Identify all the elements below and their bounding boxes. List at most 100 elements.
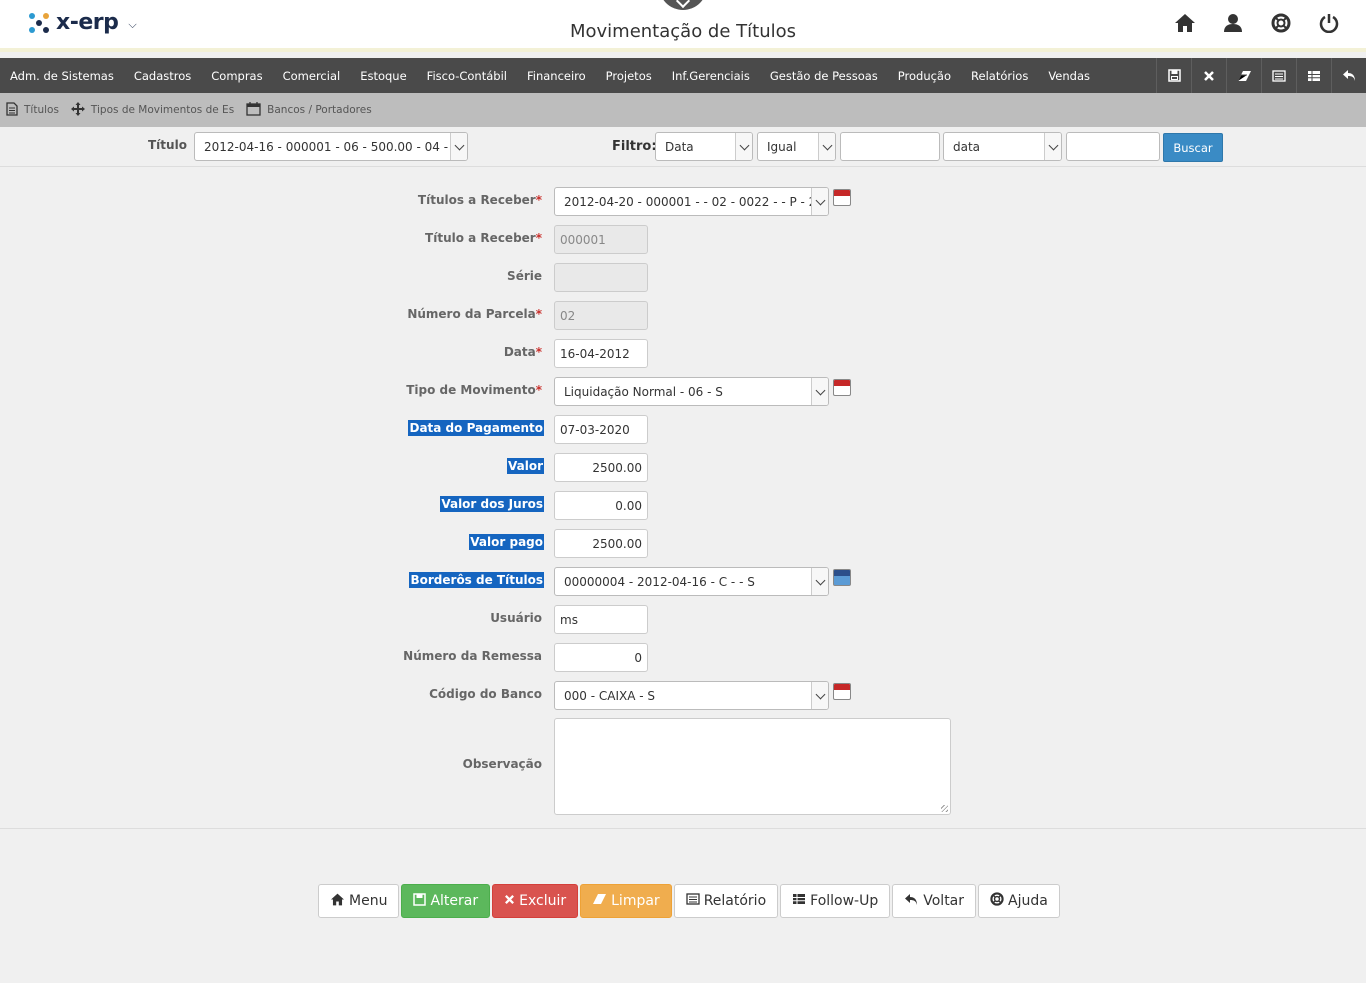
breadcrumb-titulos[interactable]: Títulos bbox=[6, 101, 59, 119]
menu-item-estoque[interactable]: Estoque bbox=[360, 69, 406, 83]
filter-type-select[interactable]: data bbox=[943, 132, 1062, 161]
list-icon[interactable] bbox=[1261, 58, 1296, 93]
voltar-button[interactable]: Voltar bbox=[892, 884, 977, 918]
menu-item-fisco-contabil[interactable]: Fisco-Contábil bbox=[427, 69, 507, 83]
menu-item-comercial[interactable]: Comercial bbox=[283, 69, 341, 83]
observacao-textarea[interactable] bbox=[554, 718, 951, 815]
usuario-field[interactable]: ms bbox=[554, 605, 648, 634]
breadcrumb-label: Títulos bbox=[24, 104, 59, 116]
menu-item-gestao-pessoas[interactable]: Gestão de Pessoas bbox=[770, 69, 878, 83]
borderos-value: 00000004 - 2012-04-16 - C - - S bbox=[564, 575, 755, 589]
label-text: Borderôs de Títulos bbox=[409, 572, 544, 588]
breadcrumb-label: Tipos de Movimentos de Es bbox=[90, 104, 235, 116]
menu-item-producao[interactable]: Produção bbox=[898, 69, 951, 83]
search-button[interactable]: Buscar bbox=[1163, 133, 1223, 162]
user-icon[interactable] bbox=[1222, 12, 1244, 34]
label-text: Número da Parcela bbox=[407, 307, 536, 321]
power-icon[interactable] bbox=[1318, 12, 1340, 34]
lifebuoy-icon bbox=[990, 892, 1004, 910]
data-pagamento-field[interactable]: 07-03-2020 bbox=[554, 415, 648, 444]
titulo-receber-label: Título a Receber* bbox=[342, 231, 542, 245]
numero-remessa-field[interactable]: 0 bbox=[554, 643, 648, 672]
document-icon bbox=[6, 101, 18, 119]
chevron-down-icon bbox=[811, 568, 828, 595]
data-pagamento-label: Data do Pagamento bbox=[344, 420, 544, 436]
undo-icon[interactable] bbox=[1331, 58, 1366, 93]
required-mark: * bbox=[535, 345, 542, 359]
titulo-select[interactable]: 2012-04-16 - 000001 - 06 - 500.00 - 04 -… bbox=[194, 132, 468, 161]
menu-item-compras[interactable]: Compras bbox=[211, 69, 262, 83]
close-icon[interactable] bbox=[1191, 58, 1226, 93]
codigo-banco-label: Código do Banco bbox=[429, 687, 542, 701]
eraser-icon bbox=[592, 893, 607, 909]
menu-item-adm-sistemas[interactable]: Adm. de Sistemas bbox=[10, 69, 114, 83]
titulos-receber-select[interactable]: 2012-04-20 - 000001 - - 02 - 0022 - - P … bbox=[554, 187, 829, 216]
chevron-down-icon bbox=[811, 378, 828, 405]
breadcrumb-tipos-movimentos[interactable]: Tipos de Movimentos de Es bbox=[70, 101, 235, 119]
relatorio-button[interactable]: Relatório bbox=[673, 884, 779, 918]
home-icon[interactable] bbox=[1174, 12, 1196, 34]
menu-button[interactable]: Menu bbox=[318, 884, 400, 918]
breadcrumb-bancos-portadores[interactable]: Bancos / Portadores bbox=[246, 101, 372, 119]
table-icon[interactable] bbox=[1296, 58, 1331, 93]
top-header: x-erp ⌵ Movimentação de Títulos bbox=[0, 0, 1366, 52]
tipo-movimento-select[interactable]: Liquidação Normal - 06 - S bbox=[554, 377, 829, 406]
table-icon bbox=[792, 893, 806, 909]
calendar-icon[interactable] bbox=[833, 683, 851, 700]
titulos-receber-value: 2012-04-20 - 000001 - - 02 - 0022 - - P … bbox=[564, 195, 829, 209]
menu-item-cadastros[interactable]: Cadastros bbox=[134, 69, 191, 83]
titulo-select-value: 2012-04-16 - 000001 - 06 - 500.00 - 04 -… bbox=[204, 140, 467, 154]
valor-field[interactable]: 2500.00 bbox=[554, 453, 648, 482]
required-mark: * bbox=[535, 383, 542, 397]
excluir-button[interactable]: Excluir bbox=[492, 884, 579, 918]
valor-pago-field[interactable]: 2500.00 bbox=[554, 529, 648, 558]
borderos-select[interactable]: 00000004 - 2012-04-16 - C - - S bbox=[554, 567, 829, 596]
label-text: Data bbox=[503, 345, 536, 359]
lifebuoy-icon[interactable] bbox=[1270, 12, 1292, 34]
followup-button[interactable]: Follow-Up bbox=[780, 884, 891, 918]
codigo-banco-value: 000 - CAIXA - S bbox=[564, 689, 655, 703]
limpar-button[interactable]: Limpar bbox=[580, 884, 672, 918]
data-field[interactable]: 16-04-2012 bbox=[554, 339, 648, 368]
menu-item-vendas[interactable]: Vendas bbox=[1048, 69, 1090, 83]
codigo-banco-select[interactable]: 000 - CAIXA - S bbox=[554, 681, 829, 710]
calendar-icon[interactable] bbox=[833, 189, 851, 206]
eraser-icon[interactable] bbox=[1226, 58, 1261, 93]
filter-operator-select[interactable]: Igual bbox=[757, 132, 836, 161]
calendar-icon[interactable] bbox=[833, 379, 851, 396]
numero-parcela-field[interactable]: 02 bbox=[554, 301, 648, 330]
titulo-receber-field[interactable]: 000001 bbox=[554, 225, 648, 254]
filter-bar: Título 2012-04-16 - 000001 - 06 - 500.00… bbox=[0, 127, 1366, 167]
chevron-down-icon bbox=[818, 133, 835, 160]
numero-parcela-label: Número da Parcela* bbox=[342, 307, 542, 321]
serie-label: Série bbox=[507, 269, 542, 283]
move-icon bbox=[70, 101, 85, 119]
valor-juros-label: Valor dos Juros bbox=[344, 496, 544, 512]
collapse-handle[interactable] bbox=[659, 0, 707, 10]
calendar-icon[interactable] bbox=[833, 569, 851, 586]
menu-item-projetos[interactable]: Projetos bbox=[606, 69, 652, 83]
valor-juros-field[interactable]: 0.00 bbox=[554, 491, 648, 520]
save-icon[interactable] bbox=[1156, 58, 1191, 93]
limpar-button-label: Limpar bbox=[611, 893, 660, 909]
ajuda-button[interactable]: Ajuda bbox=[978, 884, 1060, 918]
undo-icon bbox=[904, 893, 919, 910]
save-icon bbox=[413, 892, 427, 910]
filter-value2-input[interactable] bbox=[1066, 132, 1160, 161]
divider bbox=[0, 828, 1366, 829]
menu-item-relatorios[interactable]: Relatórios bbox=[971, 69, 1028, 83]
filter-field-select[interactable]: Data bbox=[655, 132, 753, 161]
menu-item-financeiro[interactable]: Financeiro bbox=[527, 69, 586, 83]
menu-item-inf-gerenciais[interactable]: Inf.Gerenciais bbox=[672, 69, 750, 83]
filter-value-input[interactable] bbox=[840, 132, 940, 161]
valor-pago-label: Valor pago bbox=[344, 534, 544, 550]
serie-field[interactable] bbox=[554, 263, 648, 292]
titulo-label: Título bbox=[148, 138, 187, 152]
data-label: Data* bbox=[342, 345, 542, 359]
list-icon bbox=[686, 893, 700, 909]
menu-button-label: Menu bbox=[349, 893, 388, 909]
chevron-down-icon bbox=[1044, 133, 1061, 160]
alterar-button[interactable]: Alterar bbox=[401, 884, 491, 918]
breadcrumb: Títulos Tipos de Movimentos de Es Bancos… bbox=[0, 93, 1366, 127]
label-text: Valor bbox=[506, 458, 544, 474]
